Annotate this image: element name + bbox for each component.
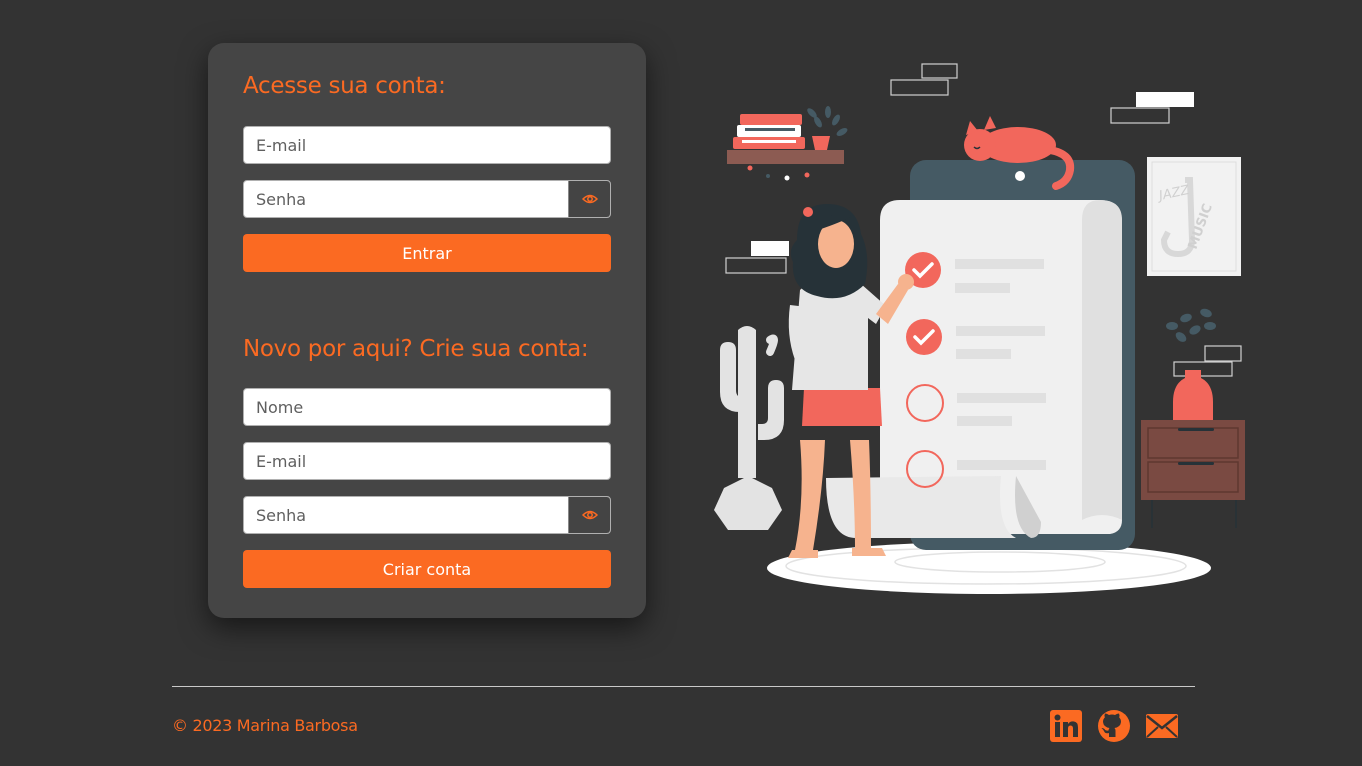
jazz-music-poster: JAZZ MUSIC	[1147, 157, 1241, 276]
auth-card: Acesse sua conta: Entrar Novo por aqui? …	[208, 43, 646, 618]
login-email-input[interactable]	[244, 127, 610, 163]
linkedin-icon[interactable]	[1049, 709, 1083, 743]
signup-password-input[interactable]	[244, 497, 570, 533]
signup-title: Novo por aqui? Crie sua conta:	[243, 336, 589, 362]
eye-icon	[581, 510, 598, 520]
signup-password-field[interactable]	[243, 496, 611, 534]
signup-password-toggle[interactable]	[568, 497, 610, 533]
github-icon[interactable]	[1097, 709, 1131, 743]
bookshelf	[727, 106, 848, 181]
footer-copyright: © 2023 Marina Barbosa	[172, 716, 358, 735]
eye-icon	[581, 194, 598, 204]
signup-submit-button[interactable]: Criar conta	[243, 550, 611, 588]
signup-email-input[interactable]	[244, 443, 610, 479]
email-icon[interactable]	[1145, 709, 1179, 743]
login-password-toggle[interactable]	[568, 181, 610, 217]
login-submit-button[interactable]: Entrar	[243, 234, 611, 272]
checklist-illustration: JAZZ MUSIC	[714, 63, 1245, 594]
cactus	[714, 326, 784, 530]
signup-name-field[interactable]	[243, 388, 611, 426]
signup-email-field[interactable]	[243, 442, 611, 480]
nightstand	[1141, 420, 1245, 528]
footer-divider	[172, 686, 1195, 687]
login-title: Acesse sua conta:	[243, 73, 446, 99]
login-password-input[interactable]	[244, 181, 570, 217]
login-password-field[interactable]	[243, 180, 611, 218]
login-email-field[interactable]	[243, 126, 611, 164]
signup-name-input[interactable]	[244, 389, 610, 425]
